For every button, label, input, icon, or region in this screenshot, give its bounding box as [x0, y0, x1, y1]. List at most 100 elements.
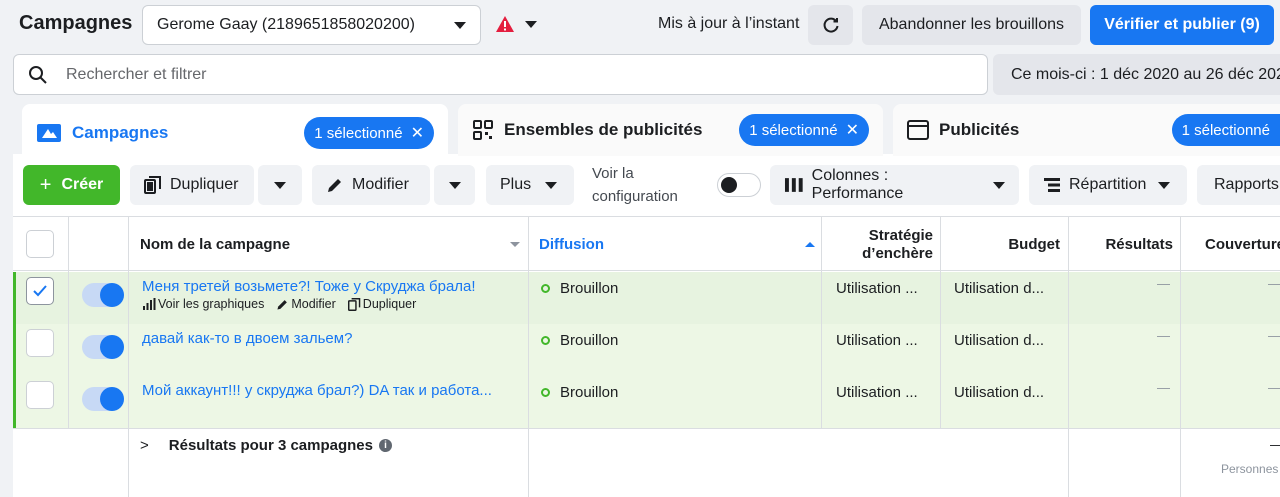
- chevron-down-icon: [454, 21, 466, 29]
- duplicate-icon: [347, 297, 361, 311]
- reach-cell: —: [1268, 380, 1280, 395]
- account-selector[interactable]: Gerome Gaay (2189651858020200): [142, 5, 481, 45]
- warning-icon[interactable]: [495, 15, 515, 38]
- summary-label: Résultats pour 3 campagnes: [168, 437, 373, 454]
- refresh-button[interactable]: [808, 5, 853, 45]
- select-all-checkbox[interactable]: [26, 230, 54, 258]
- column-divider: [940, 216, 941, 428]
- status-dot-icon: [541, 284, 550, 293]
- campaign-toggle[interactable]: [82, 283, 124, 307]
- budget-cell: Utilisation d...: [954, 332, 1045, 349]
- columns-label: Colonnes : Performance: [811, 167, 904, 202]
- row-duplicate-link[interactable]: Dupliquer: [347, 297, 416, 311]
- selection-count: 1 sélectionné: [749, 121, 838, 139]
- bid-strategy-cell: Utilisation ...: [836, 384, 918, 401]
- budget-cell: Utilisation d...: [954, 280, 1045, 297]
- column-header-results[interactable]: Résultats: [1075, 236, 1173, 253]
- duplicate-label: Dupliquer: [170, 176, 239, 193]
- ad-frame-icon: [907, 120, 929, 140]
- columns-button[interactable]: Colonnes : Performance: [770, 165, 1019, 205]
- delivery-status: Brouillon: [560, 280, 619, 297]
- results-cell: —: [1157, 328, 1170, 343]
- selection-chip[interactable]: 1 sélectionné ✕: [304, 117, 434, 149]
- selection-chip[interactable]: 1 sélectionné ✕: [739, 114, 869, 146]
- selection-chip[interactable]: 1 sélectionné: [1171, 114, 1280, 146]
- campaign-toggle[interactable]: [82, 335, 124, 359]
- column-header-delivery[interactable]: Diffusion: [539, 236, 815, 253]
- results-summary[interactable]: > Résultats pour 3 campagnes i: [140, 437, 392, 454]
- tab-campaigns[interactable]: Campagnes 1 sélectionné ✕: [22, 104, 448, 162]
- row-checkbox[interactable]: [26, 381, 54, 409]
- toggle-knob: [100, 387, 124, 411]
- view-config-line: Voir la: [592, 165, 634, 182]
- pencil-icon: [277, 299, 288, 310]
- tab-ads[interactable]: Publicités 1 sélectionné: [893, 104, 1280, 156]
- page-title: Campagnes: [19, 12, 133, 34]
- campaign-name-link[interactable]: Мой аккаунт!!! у скруджа брал?) DA так и…: [142, 382, 522, 399]
- review-publish-button[interactable]: Vérifier et publier (9): [1090, 5, 1274, 45]
- date-range-picker[interactable]: Ce mois-ci : 1 déc 2020 au 26 déc 2020: [993, 54, 1280, 95]
- grid-icon: [473, 120, 493, 140]
- columns-icon: [784, 178, 803, 192]
- tab-ad-sets[interactable]: Ensembles de publicités 1 sélectionné ✕: [458, 104, 883, 156]
- column-header-reach[interactable]: Couverture: [1205, 236, 1280, 253]
- close-icon[interactable]: ✕: [846, 120, 859, 140]
- plus-icon: +: [39, 173, 52, 196]
- toggle-knob: [721, 177, 737, 193]
- column-divider: [528, 216, 529, 497]
- search-placeholder: Rechercher et filtrer: [66, 65, 207, 83]
- delivery-status: Brouillon: [560, 332, 619, 349]
- row-checkbox[interactable]: [26, 329, 54, 357]
- column-divider: [1068, 216, 1069, 497]
- chevron-right-icon: >: [140, 437, 149, 454]
- toggle-knob: [100, 335, 124, 359]
- column-header-name[interactable]: Nom de la campagne: [140, 236, 520, 253]
- budget-cell: Utilisation d...: [954, 384, 1045, 401]
- delivery-cell: Brouillon: [541, 280, 618, 297]
- column-divider: [1180, 216, 1181, 497]
- view-charts-link[interactable]: Voir les graphiques: [142, 297, 264, 311]
- breakdown-button[interactable]: Répartition: [1029, 165, 1187, 205]
- selection-count: 1 sélectionné: [1181, 121, 1270, 139]
- duplicate-menu-button[interactable]: [258, 165, 302, 205]
- view-config-line: configuration: [592, 188, 678, 205]
- row-edit-link[interactable]: Modifier: [276, 297, 336, 311]
- bid-strategy-cell: Utilisation ...: [836, 280, 918, 297]
- edit-button[interactable]: Modifier: [312, 165, 430, 205]
- results-cell: —: [1157, 276, 1170, 291]
- status-dot-icon: [541, 388, 550, 397]
- row-divider: [13, 428, 1280, 429]
- create-button[interactable]: + Créer: [23, 165, 120, 205]
- update-status: Mis à jour à l’instant: [658, 15, 800, 32]
- results-cell: —: [1157, 380, 1170, 395]
- view-config-toggle[interactable]: [717, 173, 761, 197]
- row-checkbox[interactable]: [26, 277, 54, 305]
- checkmark-icon: [33, 285, 47, 297]
- info-icon[interactable]: i: [379, 439, 392, 452]
- warning-menu-chevron-icon[interactable]: [525, 21, 537, 28]
- column-header-bid-strategy[interactable]: Stratégie d’enchère: [835, 227, 933, 263]
- column-label: Stratégie: [868, 227, 933, 244]
- view-charts-label: Voir les graphiques: [158, 297, 265, 311]
- column-header-budget[interactable]: Budget: [950, 236, 1060, 253]
- campaign-name-link[interactable]: Меня третей возьмете?! Тоже у Скруджа бр…: [142, 278, 522, 295]
- edit-menu-button[interactable]: [434, 165, 475, 205]
- view-config-label: Voir la configuration: [592, 162, 678, 208]
- chevron-down-icon: [448, 181, 461, 189]
- delivery-cell: Brouillon: [541, 332, 618, 349]
- tab-label: Campagnes: [72, 123, 169, 142]
- summary-reach-sub: Personnes: [1221, 462, 1279, 476]
- reports-button[interactable]: Rapports: [1197, 165, 1280, 205]
- more-button[interactable]: Plus: [486, 165, 574, 205]
- close-icon[interactable]: ✕: [411, 123, 424, 143]
- search-input[interactable]: Rechercher et filtrer: [13, 54, 988, 95]
- chevron-down-icon: [274, 181, 286, 189]
- sort-ascending-icon: [805, 242, 815, 247]
- bid-strategy-cell: Utilisation ...: [836, 332, 918, 349]
- campaign-toggle[interactable]: [82, 387, 124, 411]
- duplicate-button[interactable]: Dupliquer: [130, 165, 254, 205]
- discard-drafts-button[interactable]: Abandonner les brouillons: [862, 5, 1081, 45]
- campaign-name-link[interactable]: давай как-то в двоем зальем?: [142, 330, 522, 347]
- column-divider: [821, 216, 822, 428]
- delivery-cell: Brouillon: [541, 384, 618, 401]
